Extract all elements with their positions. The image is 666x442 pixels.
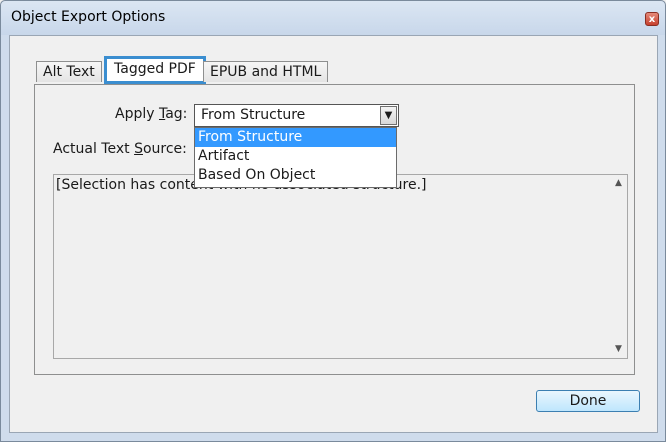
done-button[interactable]: Done (536, 390, 640, 412)
tab-alt-text[interactable]: Alt Text (36, 61, 102, 82)
dropdown-option-artifact[interactable]: Artifact (195, 147, 396, 166)
dropdown-button[interactable]: ▼ (380, 106, 397, 125)
scroll-up-icon[interactable]: ▲ (610, 175, 627, 192)
dropdown-option-from-structure[interactable]: From Structure (195, 128, 396, 147)
apply-tag-label: Apply Tag: (115, 106, 188, 122)
apply-tag-value: From Structure (201, 107, 306, 123)
tab-tagged-pdf[interactable]: Tagged PDF (104, 56, 206, 84)
scroll-down-icon[interactable]: ▼ (610, 341, 627, 358)
dialog-client-area: Alt Text Tagged PDF EPUB and HTML Apply … (9, 35, 658, 433)
actual-text-area[interactable]: [Selection has content with no associate… (53, 174, 628, 359)
chevron-down-icon: ▼ (384, 110, 393, 121)
title-bar[interactable]: Object Export Options x (1, 1, 665, 35)
tab-panel: Apply Tag: From Structure ▼ From Structu… (34, 84, 635, 375)
tab-epub-and-html[interactable]: EPUB and HTML (203, 61, 329, 82)
apply-tag-dropdown-list: From Structure Artifact Based On Object (194, 127, 397, 188)
apply-tag-select[interactable]: From Structure ▼ (194, 104, 399, 127)
actual-text-source-label: Actual Text Source: (53, 141, 187, 157)
close-button[interactable]: x (645, 12, 659, 26)
close-icon: x (648, 14, 656, 25)
dialog-window: Object Export Options x Alt Text Tagged … (0, 0, 666, 442)
vertical-scrollbar[interactable]: ▲ ▼ (610, 175, 627, 358)
window-title: Object Export Options (11, 9, 166, 25)
dropdown-option-based-on-object[interactable]: Based On Object (195, 166, 396, 185)
